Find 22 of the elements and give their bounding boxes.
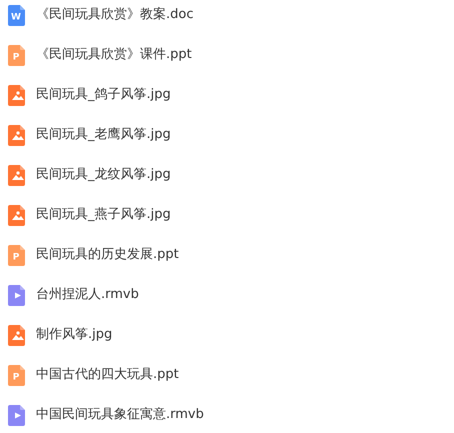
image-icon <box>8 204 25 226</box>
image-icon <box>8 124 25 146</box>
image-icon <box>8 324 25 346</box>
file-name[interactable]: 民间玩具的历史发展.ppt <box>36 245 179 265</box>
file-name[interactable]: 中国古代的四大玩具.ppt <box>36 365 179 385</box>
document-icon: W <box>8 4 25 26</box>
file-name[interactable]: 《民间玩具欣赏》教案.doc <box>36 5 194 25</box>
image-icon <box>8 84 25 106</box>
file-name[interactable]: 民间玩具_鸽子风筝.jpg <box>36 85 171 105</box>
file-name[interactable]: 民间玩具_龙纹风筝.jpg <box>36 165 171 185</box>
file-name[interactable]: 《民间玩具欣赏》课件.ppt <box>36 45 192 65</box>
file-name[interactable]: 民间玩具_老鹰风筝.jpg <box>36 125 171 145</box>
file-name[interactable]: 台州捏泥人.rmvb <box>36 285 139 305</box>
image-icon <box>8 164 25 186</box>
file-name[interactable]: 民间玩具_燕子风筝.jpg <box>36 205 171 225</box>
video-icon <box>8 404 25 426</box>
file-name[interactable]: 制作风筝.jpg <box>36 325 112 345</box>
file-name[interactable]: 中国民间玩具象征寓意.rmvb <box>36 405 204 425</box>
slides-icon: P <box>8 244 25 266</box>
slides-icon: P <box>8 44 25 66</box>
video-icon <box>8 284 25 306</box>
slides-icon: P <box>8 364 25 386</box>
